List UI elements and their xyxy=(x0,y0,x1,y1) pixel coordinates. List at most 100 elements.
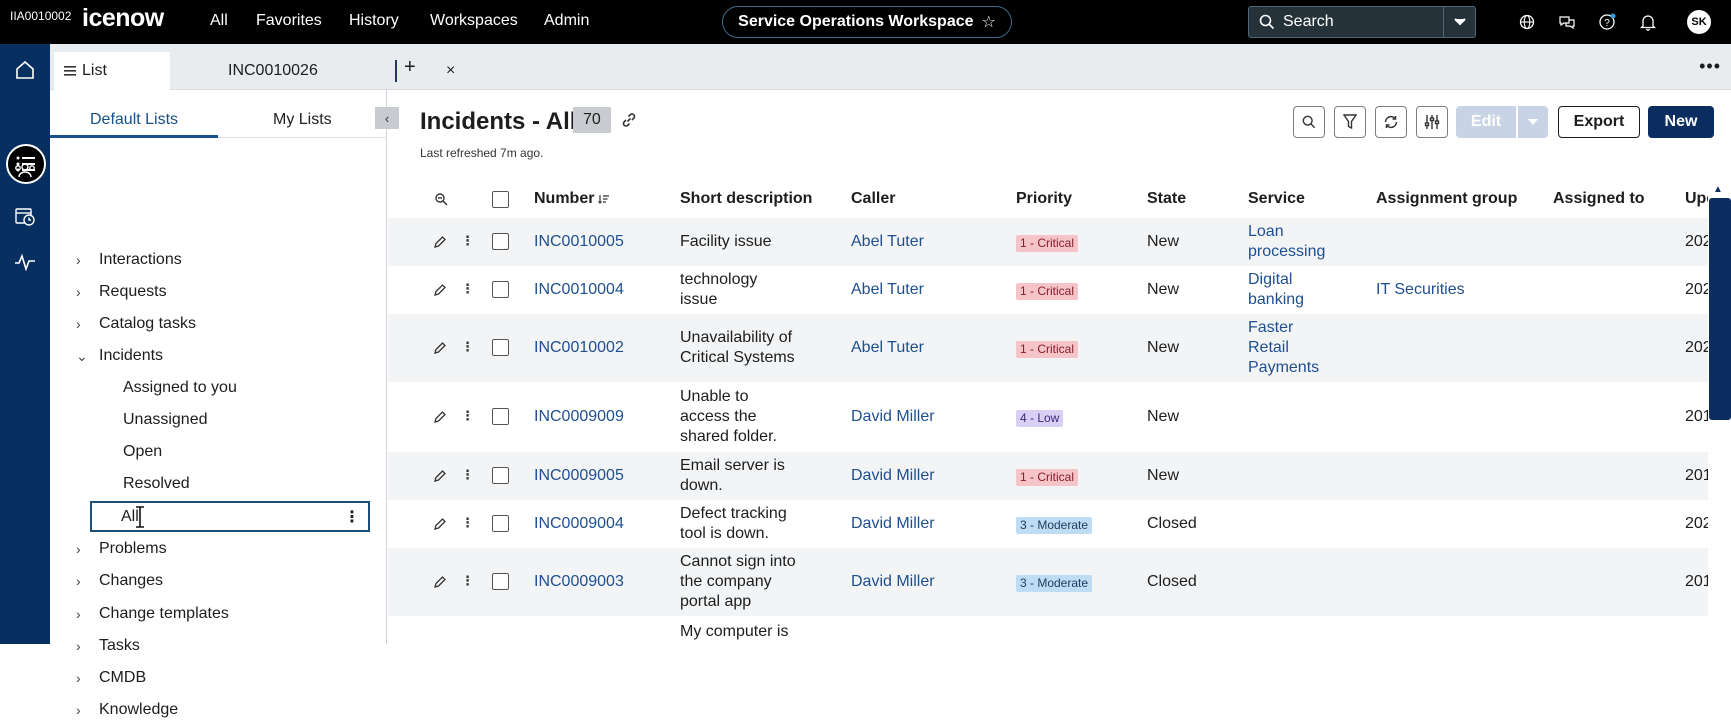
table-row[interactable]: ⋮ INC0010002 Unavailability of Critical … xyxy=(388,314,1708,382)
column-header-assignment-group[interactable]: Assignment group xyxy=(1376,180,1517,218)
add-tab-button[interactable]: + xyxy=(404,56,416,79)
column-header-short-description[interactable]: Short description xyxy=(680,180,812,218)
column-header-assigned-to[interactable]: Assigned to xyxy=(1553,180,1645,218)
service-link-line[interactable]: banking xyxy=(1248,290,1304,310)
kebab-menu-icon[interactable]: ⋮ xyxy=(461,467,474,483)
incident-number-link[interactable]: INC0010004 xyxy=(534,280,624,300)
more-options-icon[interactable]: ••• xyxy=(1699,56,1721,77)
kebab-menu-icon[interactable]: ⋮ xyxy=(461,339,474,355)
activity-icon[interactable] xyxy=(13,250,37,274)
table-row[interactable]: ⋮ INC0010004 technology issue Abel Tuter… xyxy=(388,266,1708,314)
scroll-up-arrow[interactable]: ▲ xyxy=(1713,184,1723,195)
service-link-line[interactable]: Retail xyxy=(1248,338,1289,358)
nav-all[interactable]: All xyxy=(210,12,228,30)
tree-item-requests[interactable]: › Requests xyxy=(50,278,380,306)
row-checkbox[interactable] xyxy=(492,408,509,425)
column-header-state[interactable]: State xyxy=(1147,180,1186,218)
calendar-clock-icon[interactable] xyxy=(13,204,37,228)
kebab-menu-icon[interactable]: ⋮ xyxy=(461,233,474,249)
workspace-title-pill[interactable]: Service Operations Workspace ☆ xyxy=(722,6,1012,38)
service-link[interactable]: Digital xyxy=(1248,270,1292,290)
search-list-button[interactable] xyxy=(1293,106,1325,138)
caller-link[interactable]: David Miller xyxy=(851,407,935,427)
table-row[interactable]: ⋮ INC0009004 Defect tracking tool is dow… xyxy=(388,500,1708,548)
caller-link[interactable]: David Miller xyxy=(851,514,935,534)
table-row[interactable]: ⋮ INC0009009 Unable to access the shared… xyxy=(388,382,1708,452)
globe-icon[interactable] xyxy=(1517,12,1537,32)
tree-item-change-templates[interactable]: › Change templates xyxy=(50,600,380,628)
tree-subitem-all[interactable]: All ⋮ xyxy=(90,501,370,532)
tree-item-tasks[interactable]: › Tasks xyxy=(50,632,380,660)
caller-link[interactable]: David Miller xyxy=(851,466,935,486)
global-search[interactable]: Search xyxy=(1248,6,1476,38)
export-button[interactable]: Export xyxy=(1558,106,1640,138)
column-header-caller[interactable]: Caller xyxy=(851,180,895,218)
column-header-service[interactable]: Service xyxy=(1248,180,1305,218)
caller-link[interactable]: Abel Tuter xyxy=(851,338,924,358)
nav-workspaces[interactable]: Workspaces xyxy=(430,12,518,30)
column-header-number[interactable]: Number xyxy=(534,180,610,218)
tree-item-catalog-tasks[interactable]: › Catalog tasks xyxy=(50,310,380,338)
nav-favorites[interactable]: Favorites xyxy=(256,12,322,30)
star-icon[interactable]: ☆ xyxy=(982,12,996,32)
chat-icon[interactable] xyxy=(1557,12,1577,32)
row-checkbox[interactable] xyxy=(492,339,509,356)
edit-dropdown-button[interactable] xyxy=(1518,106,1548,138)
user-avatar[interactable]: SK xyxy=(1687,10,1711,34)
kebab-menu-icon[interactable]: ⋮ xyxy=(344,507,360,527)
logo[interactable]: icenow xyxy=(82,4,164,33)
row-checkbox[interactable] xyxy=(492,467,509,484)
tree-subitem-open[interactable]: Open xyxy=(50,438,380,466)
row-checkbox[interactable] xyxy=(492,233,509,250)
refresh-button[interactable] xyxy=(1375,106,1407,138)
caller-link[interactable]: Abel Tuter xyxy=(851,232,924,252)
tab-list[interactable]: List xyxy=(54,52,170,90)
tree-item-knowledge[interactable]: › Knowledge xyxy=(50,696,380,724)
tree-item-cmdb[interactable]: › CMDB xyxy=(50,664,380,692)
help-icon[interactable]: ? xyxy=(1597,12,1617,32)
pencil-icon[interactable] xyxy=(433,575,447,589)
service-link-line[interactable]: Payments xyxy=(1248,358,1319,378)
kebab-menu-icon[interactable]: ⋮ xyxy=(461,515,474,531)
table-row[interactable]: ⋮ INC0009005 Email server is down. David… xyxy=(388,452,1708,500)
row-checkbox[interactable] xyxy=(492,515,509,532)
pencil-icon[interactable] xyxy=(433,283,447,297)
column-header-updated[interactable]: Upd xyxy=(1685,180,1708,218)
personalize-columns-button[interactable] xyxy=(1416,106,1448,138)
row-checkbox[interactable] xyxy=(492,573,509,590)
service-link[interactable]: Loan xyxy=(1248,222,1284,242)
tab-incident-record[interactable]: INC0010026 × xyxy=(176,52,455,90)
pencil-icon[interactable] xyxy=(433,341,447,355)
tree-item-changes[interactable]: › Changes xyxy=(50,567,380,595)
tab-default-lists[interactable]: Default Lists xyxy=(90,111,178,129)
groups-icon[interactable] xyxy=(13,158,37,182)
incident-number-link[interactable]: INC0009004 xyxy=(534,514,624,534)
tree-subitem-unassigned[interactable]: Unassigned xyxy=(50,406,380,434)
filter-button[interactable] xyxy=(1334,106,1366,138)
kebab-menu-icon[interactable]: ⋮ xyxy=(461,573,474,589)
vertical-scrollbar[interactable] xyxy=(1709,198,1731,420)
home-icon[interactable] xyxy=(13,58,37,82)
table-row[interactable]: ⋮ INC0009003 Cannot sign into the compan… xyxy=(388,548,1708,616)
caller-link[interactable]: David Miller xyxy=(851,572,935,592)
table-row[interactable]: My computer is xyxy=(388,616,1708,644)
new-button[interactable]: New xyxy=(1648,106,1714,138)
pencil-icon[interactable] xyxy=(433,235,447,249)
tree-subitem-resolved[interactable]: Resolved xyxy=(50,470,380,498)
bell-icon[interactable] xyxy=(1638,12,1658,32)
pencil-icon[interactable] xyxy=(433,517,447,531)
kebab-menu-icon[interactable]: ⋮ xyxy=(461,408,474,424)
pencil-icon[interactable] xyxy=(433,410,447,424)
kebab-menu-icon[interactable]: ⋮ xyxy=(461,281,474,297)
row-checkbox[interactable] xyxy=(492,281,509,298)
edit-button[interactable]: Edit xyxy=(1456,106,1516,138)
select-all-checkbox[interactable] xyxy=(492,191,509,208)
incident-number-link[interactable]: INC0009003 xyxy=(534,572,624,592)
tree-subitem-assigned-to-you[interactable]: Assigned to you xyxy=(50,374,380,402)
caller-link[interactable]: Abel Tuter xyxy=(851,280,924,300)
group-by-icon[interactable] xyxy=(434,180,448,218)
search-scope-dropdown[interactable] xyxy=(1443,7,1475,37)
service-link-line[interactable]: processing xyxy=(1248,242,1325,262)
nav-admin[interactable]: Admin xyxy=(544,12,589,30)
table-row[interactable]: ⋮ INC0010005 Facility issue Abel Tuter 1… xyxy=(388,218,1708,266)
